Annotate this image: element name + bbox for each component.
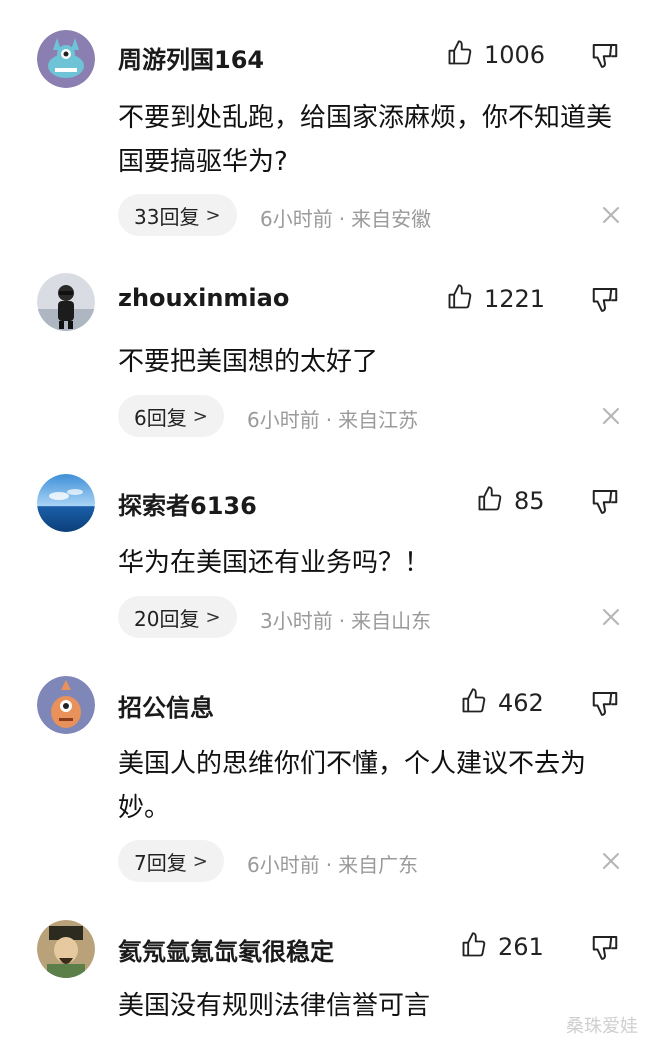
comment-meta: 6小时前 · 来自安徽 (260, 203, 431, 232)
username[interactable]: 周游列国164 (118, 40, 264, 75)
monster-avatar[interactable] (37, 30, 95, 88)
reply-count-button[interactable]: 33回复 > (118, 194, 237, 236)
location: 来自广东 (338, 853, 419, 877)
like-count: 462 (498, 689, 544, 717)
comment-text: 华为在美国还有业务吗？！ (118, 548, 431, 578)
like-count: 1006 (484, 41, 546, 69)
meta-separator: · (338, 207, 346, 231)
username[interactable]: 探索者6136 (118, 486, 257, 521)
portrait-painting-avatar[interactable] (37, 920, 95, 978)
dislike-button[interactable] (590, 486, 620, 516)
dislike-button[interactable] (590, 688, 620, 718)
chevron-right-icon: > (192, 850, 208, 872)
location: 来自江苏 (338, 408, 419, 432)
close-icon[interactable] (600, 204, 622, 226)
timestamp: 6小时前 (260, 207, 333, 231)
reply-count-label: 33回复 (134, 204, 200, 229)
comment-meta: 3小时前 · 来自山东 (260, 605, 431, 634)
comment-meta: 6小时前 · 来自广东 (247, 849, 418, 878)
reply-count-label: 6回复 (134, 405, 187, 430)
thumbs-down-icon (592, 490, 618, 514)
like-button[interactable]: 1006 (446, 38, 545, 72)
comment-text: 美国人的思维你们不懂，个人建议不去为妙。 (118, 749, 587, 823)
timestamp: 3小时前 (260, 609, 333, 633)
like-button[interactable]: 1221 (446, 282, 545, 316)
comment-meta: 6小时前 · 来自江苏 (247, 404, 418, 433)
chevron-right-icon: > (205, 606, 221, 628)
like-button[interactable]: 85 (476, 484, 545, 518)
like-count: 261 (498, 933, 544, 961)
meta-separator: · (325, 408, 333, 432)
username[interactable]: zhouxinmiao (118, 284, 289, 312)
comment-text: 美国没有规则法律信誉可言 (118, 991, 431, 1021)
thumbs-down-icon (592, 936, 618, 960)
like-count: 85 (514, 487, 545, 515)
chevron-right-icon: > (205, 204, 221, 226)
location: 来自安徽 (351, 207, 432, 231)
username[interactable]: 氦氖氩氪氙氡很稳定 (118, 932, 334, 967)
reply-count-button[interactable]: 6回复 > (118, 395, 224, 437)
thumbs-down-icon (592, 44, 618, 68)
thumbs-up-icon (460, 687, 488, 719)
timestamp: 6小时前 (247, 853, 320, 877)
meta-separator: · (338, 609, 346, 633)
meta-separator: · (325, 853, 333, 877)
thumbs-up-icon (460, 931, 488, 963)
like-count: 1221 (484, 285, 546, 313)
location: 来自山东 (351, 609, 432, 633)
thumbs-down-icon (592, 692, 618, 716)
like-button[interactable]: 462 (460, 686, 544, 720)
dislike-button[interactable] (590, 284, 620, 314)
reply-count-button[interactable]: 20回复 > (118, 596, 237, 638)
reply-count-button[interactable]: 7回复 > (118, 840, 224, 882)
dislike-button[interactable] (590, 932, 620, 962)
close-icon[interactable] (600, 850, 622, 872)
comment-text: 不要把美国想的太好了 (118, 347, 379, 377)
like-button[interactable]: 261 (460, 930, 544, 964)
timestamp: 6小时前 (247, 408, 320, 432)
thumbs-up-icon (476, 485, 504, 517)
thumbs-down-icon (592, 288, 618, 312)
close-icon[interactable] (600, 606, 622, 628)
reply-count-label: 7回复 (134, 850, 187, 875)
thumbs-up-icon (446, 283, 474, 315)
dislike-button[interactable] (590, 40, 620, 70)
thumbs-up-icon (446, 39, 474, 71)
watermark: 桑珠爱娃 (566, 1016, 638, 1037)
reply-count-label: 20回复 (134, 606, 200, 631)
username[interactable]: 招公信息 (118, 688, 214, 723)
ocean-sky-avatar[interactable] (37, 474, 95, 532)
chevron-right-icon: > (192, 405, 208, 427)
comment-text: 不要到处乱跑，给国家添麻烦，你不知道美国要搞驱华为? (118, 103, 613, 177)
cartoon-creature-avatar[interactable] (37, 676, 95, 734)
person-photo-avatar[interactable] (37, 273, 95, 331)
close-icon[interactable] (600, 405, 622, 427)
